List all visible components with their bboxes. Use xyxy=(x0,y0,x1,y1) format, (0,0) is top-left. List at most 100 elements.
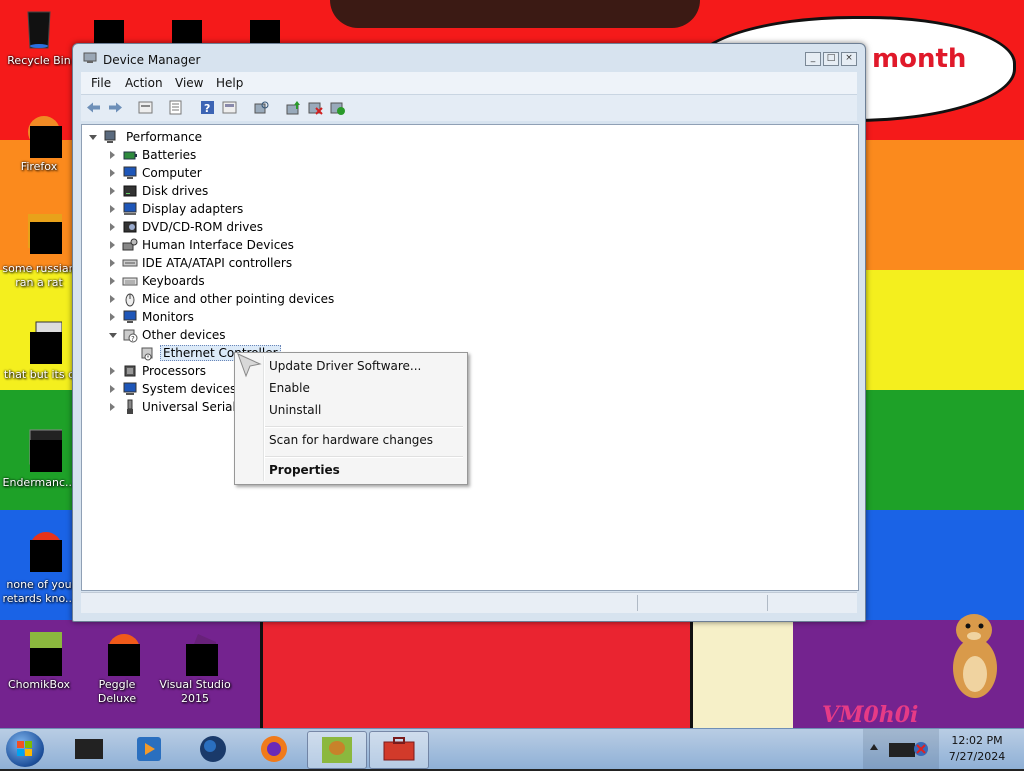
taskbar: 12:02 PM 7/27/2024 xyxy=(0,728,1024,769)
toolbox-icon xyxy=(383,737,415,761)
menu-help[interactable]: Help xyxy=(216,76,243,90)
expand-arrow-icon[interactable] xyxy=(110,169,115,177)
expand-arrow-icon[interactable] xyxy=(110,241,115,249)
hid-icon xyxy=(122,238,138,251)
expand-arrow-icon[interactable] xyxy=(110,295,115,303)
show-hidden-icons-icon[interactable] xyxy=(869,743,879,751)
uninstall-icon[interactable] xyxy=(307,99,324,116)
chomikbox-icon xyxy=(16,630,64,676)
computer-icon xyxy=(104,130,116,143)
taskbar-item-firefox[interactable] xyxy=(245,731,303,767)
menu-separator xyxy=(265,456,463,458)
desktop-icon-chomikbox[interactable]: ChomikBox xyxy=(0,630,78,692)
desktop-icon-endermanch[interactable]: Endermanc... xyxy=(0,428,78,490)
desktop-icon-that-but[interactable]: that but its c xyxy=(0,320,78,382)
maximize-button[interactable]: □ xyxy=(823,52,839,66)
svg-text:?: ? xyxy=(131,335,135,343)
taskbar-item-chomikbox[interactable] xyxy=(307,731,367,769)
tree-item-label: Monitors xyxy=(142,310,194,324)
svg-text:?: ? xyxy=(204,102,210,115)
start-button[interactable] xyxy=(6,731,44,767)
media-icon xyxy=(16,530,62,576)
tree-item-label: Human Interface Devices xyxy=(142,238,294,252)
tree-item-label: Keyboards xyxy=(142,274,205,288)
status-divider xyxy=(637,595,638,611)
collapse-arrow-icon[interactable] xyxy=(89,135,97,140)
menu-file[interactable]: File xyxy=(91,76,111,90)
peggle-icon xyxy=(94,630,140,676)
desktop-icon-label: Firefox xyxy=(20,160,58,173)
menu-bar: File Action View Help xyxy=(81,72,857,94)
monitor-icon xyxy=(123,166,137,179)
menu-item-uninstall[interactable]: Uninstall xyxy=(269,403,321,417)
menu-view[interactable]: View xyxy=(175,76,203,90)
tree-item-label: DVD/CD-ROM drives xyxy=(142,220,264,234)
tree-item-label: Disk drives xyxy=(142,184,209,198)
chomikbox-icon xyxy=(322,737,352,763)
taskbar-item-device-manager[interactable] xyxy=(369,731,429,769)
expand-arrow-icon[interactable] xyxy=(110,385,115,393)
back-icon[interactable] xyxy=(85,99,102,116)
menu-action[interactable]: Action xyxy=(125,76,163,90)
tree-item-label: IDE ATA/ATAPI controllers xyxy=(142,256,293,270)
expand-arrow-icon[interactable] xyxy=(110,313,115,321)
unknown-device-icon: ? xyxy=(123,329,138,343)
media-player-icon xyxy=(137,737,161,761)
keyboard-icon xyxy=(122,277,138,286)
program-icon xyxy=(16,428,65,474)
desktop-icon-firefox[interactable]: Firefox xyxy=(0,112,78,174)
expand-arrow-icon[interactable] xyxy=(110,403,115,411)
taskbar-item-media[interactable] xyxy=(120,731,178,767)
firefox-icon xyxy=(261,736,287,762)
menu-item-properties[interactable]: Properties xyxy=(269,463,340,477)
desktop-icon-none-of-you[interactable]: none of you retards kno... xyxy=(0,530,78,606)
expand-arrow-icon[interactable] xyxy=(110,259,115,267)
device-manager-window[interactable]: Device Manager _ □ × File Action View He… xyxy=(72,43,866,622)
properties-icon[interactable] xyxy=(221,99,238,116)
taskbar-clock[interactable]: 12:02 PM 7/27/2024 xyxy=(940,733,1014,765)
expand-arrow-icon[interactable] xyxy=(110,205,115,213)
toolbar: ? xyxy=(81,94,857,121)
status-bar xyxy=(81,592,857,613)
expand-arrow-icon[interactable] xyxy=(110,151,115,159)
expand-arrow-icon[interactable] xyxy=(110,277,115,285)
wallpaper-shape xyxy=(330,0,700,28)
globe-icon xyxy=(200,736,226,762)
up-icon[interactable] xyxy=(137,99,154,116)
hamster-image xyxy=(953,614,997,698)
tree-item-label: Processors xyxy=(142,364,207,378)
context-menu: Update Driver Software... Enable Uninsta… xyxy=(234,352,468,485)
desktop-icon-visual-studio[interactable]: Visual Studio 2015 xyxy=(156,630,234,706)
ide-controller-icon xyxy=(122,259,138,267)
menu-item-enable[interactable]: Enable xyxy=(269,381,310,395)
expand-arrow-icon[interactable] xyxy=(110,223,115,231)
menu-item-update-driver[interactable]: Update Driver Software... xyxy=(269,359,421,373)
enable-device-icon[interactable] xyxy=(329,99,346,116)
desktop-icon-recycle-bin[interactable]: Recycle Bin xyxy=(0,6,78,68)
help-icon[interactable]: ? xyxy=(199,99,216,116)
monitor-icon xyxy=(123,310,137,323)
scan-hardware-icon[interactable] xyxy=(253,99,270,116)
show-hide-tree-icon[interactable] xyxy=(167,99,184,116)
processor-icon xyxy=(124,365,136,377)
minimize-button[interactable]: _ xyxy=(805,52,821,66)
forward-icon[interactable] xyxy=(107,99,124,116)
system-device-icon xyxy=(123,382,137,395)
desktop-icon-peggle[interactable]: Peggle Deluxe xyxy=(78,630,156,706)
device-tree[interactable]: Performance Batteries Computer Disk driv… xyxy=(81,124,859,591)
wallpaper-shape xyxy=(690,620,793,728)
title-bar[interactable]: Device Manager _ □ × xyxy=(73,44,865,72)
tree-item-label: Computer xyxy=(142,166,202,180)
tree-item-label: Display adapters xyxy=(142,202,244,216)
window-title: Device Manager xyxy=(103,53,201,67)
taskbar-item-recycle[interactable] xyxy=(60,731,118,767)
taskbar-item-globe[interactable] xyxy=(184,731,242,767)
expand-arrow-icon[interactable] xyxy=(110,187,115,195)
network-icon[interactable] xyxy=(887,737,933,761)
menu-item-scan-hardware[interactable]: Scan for hardware changes xyxy=(269,433,433,447)
update-driver-icon[interactable] xyxy=(285,99,302,116)
collapse-arrow-icon[interactable] xyxy=(109,333,117,338)
close-button[interactable]: × xyxy=(841,52,857,66)
expand-arrow-icon[interactable] xyxy=(110,367,115,375)
desktop-icon-some-russian[interactable]: some russian ran a rat xyxy=(0,214,78,290)
